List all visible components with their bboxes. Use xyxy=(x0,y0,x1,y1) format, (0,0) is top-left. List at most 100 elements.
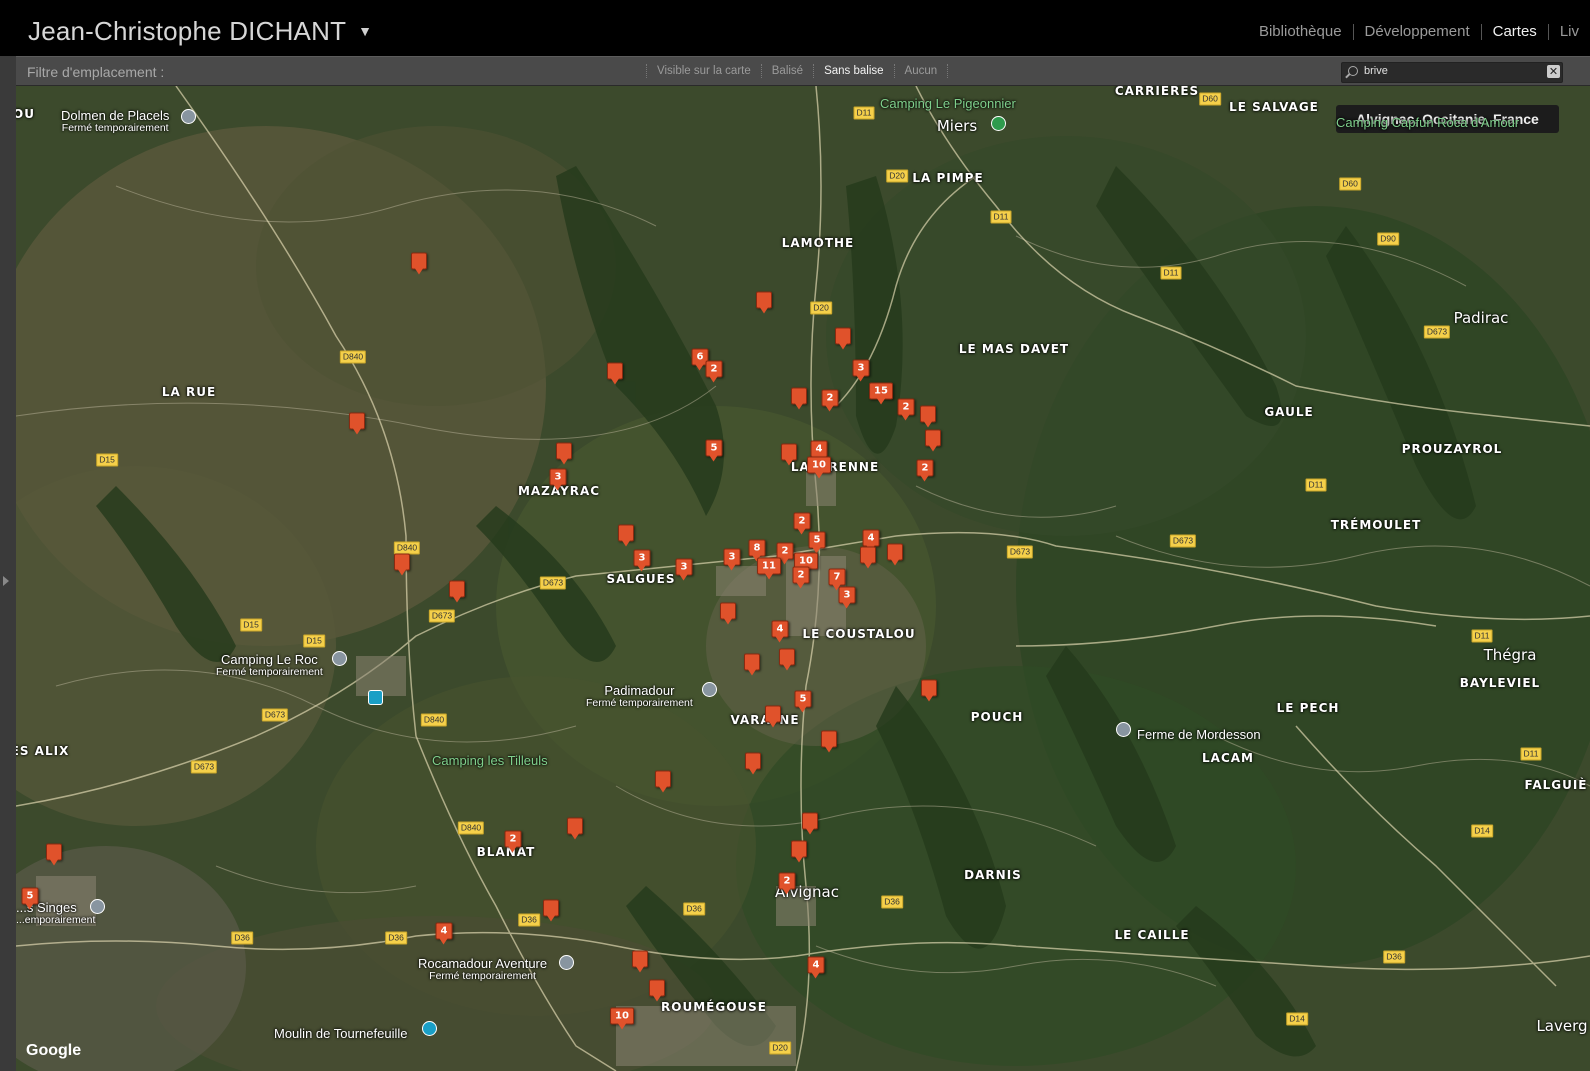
mill-icon[interactable] xyxy=(422,1021,437,1036)
photo-pin[interactable]: 3 xyxy=(838,586,856,609)
filter-untagged[interactable]: Sans balise xyxy=(813,64,893,78)
road-shield: D11 xyxy=(853,106,875,120)
photo-pin[interactable] xyxy=(720,602,736,625)
photo-pin[interactable]: 2 xyxy=(793,512,811,535)
place-label: TRÉMOULET xyxy=(1330,518,1422,532)
photo-pin[interactable]: 15 xyxy=(869,382,893,405)
photo-pin[interactable]: 10 xyxy=(807,456,831,479)
photo-pin[interactable] xyxy=(556,442,572,465)
landmark-icon[interactable] xyxy=(181,109,196,124)
road-shield: D20 xyxy=(886,169,908,183)
module-develop[interactable]: Développement xyxy=(1352,24,1481,40)
filter-none[interactable]: Aucun xyxy=(893,64,949,78)
poi-label[interactable]: Rocamadour Aventure Fermé temporairement xyxy=(418,957,547,983)
filter-visible-on-map[interactable]: Visible sur la carte xyxy=(646,64,761,78)
poi-label[interactable]: Camping Le Pigeonnier xyxy=(880,97,1016,110)
bus-stop-icon[interactable] xyxy=(368,690,383,705)
photo-pin[interactable] xyxy=(920,405,936,428)
filter-tagged[interactable]: Balisé xyxy=(760,64,813,78)
photo-pin[interactable]: 8 xyxy=(748,539,766,562)
photo-pin[interactable]: 2 xyxy=(916,459,934,482)
poi-label[interactable]: Ferme de Mordesson xyxy=(1137,728,1261,741)
photo-pin[interactable]: 4 xyxy=(807,956,825,979)
photo-pin[interactable] xyxy=(925,429,941,452)
place-label: OU xyxy=(16,107,35,121)
photo-pin[interactable]: 5 xyxy=(794,690,812,713)
poi-label[interactable]: Camping Capfun Roca d'Amour xyxy=(1336,116,1519,129)
photo-pin[interactable]: 2 xyxy=(778,872,796,895)
photo-pin[interactable] xyxy=(802,812,818,835)
photo-pin[interactable] xyxy=(655,770,671,793)
photo-pin[interactable] xyxy=(921,679,937,702)
campsite-icon[interactable] xyxy=(702,682,717,697)
module-library[interactable]: Bibliothèque xyxy=(1248,24,1353,40)
photo-pin[interactable]: 11 xyxy=(757,557,781,580)
campsite-icon[interactable] xyxy=(991,116,1006,131)
photo-pin[interactable]: 7 xyxy=(828,568,846,591)
poi-label[interactable]: Padimadour Fermé temporairement xyxy=(586,684,693,710)
poi-label[interactable]: Dolmen de Placels Fermé temporairement xyxy=(61,109,169,135)
photo-pin[interactable] xyxy=(835,327,851,350)
poi-label[interactable]: Camping les Tilleuls xyxy=(432,754,548,767)
identity-plate[interactable]: Jean-Christophe DICHANT ▼ xyxy=(28,16,372,47)
photo-pin[interactable] xyxy=(745,752,761,775)
photo-pin[interactable]: 5 xyxy=(808,531,826,554)
photo-pin[interactable]: 2 xyxy=(821,389,839,412)
place-label: BAYLEVIEL xyxy=(1459,676,1541,690)
museum-icon[interactable] xyxy=(1116,722,1131,737)
photo-pin[interactable]: 3 xyxy=(633,549,651,572)
photo-pin[interactable]: 3 xyxy=(723,548,741,571)
photo-pin[interactable]: 4 xyxy=(862,529,880,552)
photo-pin[interactable] xyxy=(779,648,795,671)
poi-label[interactable]: Camping Le Roc Fermé temporairement xyxy=(216,653,323,679)
photo-pin[interactable] xyxy=(411,252,427,275)
photo-pin[interactable]: 5 xyxy=(705,439,723,462)
photo-pin[interactable] xyxy=(567,817,583,840)
zoo-icon[interactable] xyxy=(90,899,105,914)
module-book[interactable]: Liv xyxy=(1547,24,1590,40)
photo-pin[interactable] xyxy=(46,843,62,866)
activity-icon[interactable] xyxy=(559,955,574,970)
road-shield: D36 xyxy=(881,895,903,909)
photo-pin[interactable]: 4 xyxy=(771,620,789,643)
map-view[interactable]: Alvignac, Occitanie, France CARRIERES LE… xyxy=(16,86,1590,1071)
photo-pin[interactable] xyxy=(649,979,665,1002)
left-panel-collapsed[interactable] xyxy=(0,56,16,1071)
photo-pin[interactable] xyxy=(632,950,648,973)
expand-left-panel-icon[interactable] xyxy=(3,576,9,586)
photo-pin[interactable] xyxy=(394,553,410,576)
photo-pin[interactable] xyxy=(791,387,807,410)
campsite-icon[interactable] xyxy=(332,651,347,666)
photo-pin[interactable] xyxy=(821,730,837,753)
clear-search-icon[interactable]: ✕ xyxy=(1547,65,1560,78)
photo-pin[interactable] xyxy=(607,362,623,385)
module-map[interactable]: Cartes xyxy=(1480,24,1548,40)
photo-pin[interactable] xyxy=(887,543,903,566)
place-label: PROUZAYROL xyxy=(1401,442,1503,456)
photo-pin[interactable]: 4 xyxy=(810,440,828,463)
photo-pin[interactable]: 3 xyxy=(852,359,870,382)
photo-pin[interactable] xyxy=(744,653,760,676)
poi-label[interactable]: Moulin de Tournefeuille xyxy=(274,1027,407,1040)
photo-pin[interactable]: 2 xyxy=(897,398,915,421)
photo-pin[interactable]: 2 xyxy=(504,830,522,853)
photo-pin[interactable] xyxy=(618,524,634,547)
caret-down-icon[interactable]: ▼ xyxy=(358,23,372,39)
photo-pin[interactable] xyxy=(756,291,772,314)
photo-pin[interactable]: 2 xyxy=(792,566,810,589)
photo-pin[interactable] xyxy=(781,443,797,466)
photo-pin[interactable] xyxy=(765,705,781,728)
photo-pin[interactable]: 2 xyxy=(705,360,723,383)
photo-pin[interactable] xyxy=(791,840,807,863)
photo-pin[interactable] xyxy=(449,580,465,603)
photo-pin[interactable] xyxy=(543,899,559,922)
photo-pin[interactable] xyxy=(349,412,365,435)
photo-pin[interactable]: 5 xyxy=(21,887,39,910)
photo-pin[interactable]: 10 xyxy=(610,1007,634,1030)
photo-pin[interactable] xyxy=(860,546,876,569)
photo-pin[interactable]: 3 xyxy=(549,468,567,491)
road-shield: D673 xyxy=(190,760,218,774)
photo-pin[interactable]: 4 xyxy=(435,922,453,945)
photo-pin[interactable]: 3 xyxy=(675,558,693,581)
map-search-input[interactable] xyxy=(1364,65,1534,77)
